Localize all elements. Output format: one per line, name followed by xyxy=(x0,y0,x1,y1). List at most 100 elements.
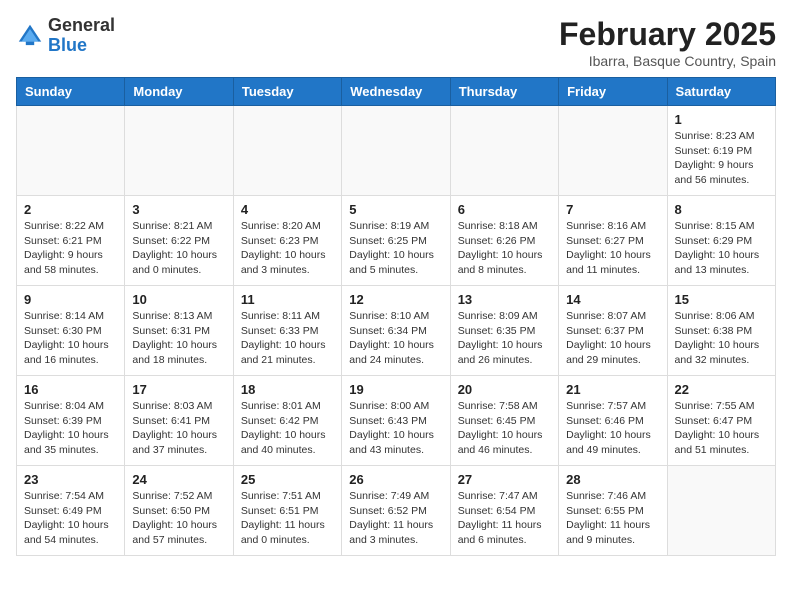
day-info: Sunrise: 8:21 AM Sunset: 6:22 PM Dayligh… xyxy=(132,219,225,278)
page-header: General Blue February 2025 Ibarra, Basqu… xyxy=(16,16,776,69)
calendar-week-row: 23 Sunrise: 7:54 AM Sunset: 6:49 PM Dayli… xyxy=(17,466,776,556)
day-number: 28 xyxy=(566,472,659,487)
calendar-week-row: 2 Sunrise: 8:22 AM Sunset: 6:21 PM Daylig… xyxy=(17,196,776,286)
weekday-header-thursday: Thursday xyxy=(450,78,558,106)
day-number: 17 xyxy=(132,382,225,397)
calendar-day: 10 Sunrise: 8:13 AM Sunset: 6:31 PM Dayli… xyxy=(125,286,233,376)
day-info: Sunrise: 7:47 AM Sunset: 6:54 PM Dayligh… xyxy=(458,489,551,548)
day-info: Sunrise: 8:04 AM Sunset: 6:39 PM Dayligh… xyxy=(24,399,117,458)
calendar-day: 1 Sunrise: 8:23 AM Sunset: 6:19 PM Daylig… xyxy=(667,106,775,196)
day-number: 15 xyxy=(675,292,768,307)
day-info: Sunrise: 8:14 AM Sunset: 6:30 PM Dayligh… xyxy=(24,309,117,368)
calendar-day: 7 Sunrise: 8:16 AM Sunset: 6:27 PM Daylig… xyxy=(559,196,667,286)
day-info: Sunrise: 7:51 AM Sunset: 6:51 PM Dayligh… xyxy=(241,489,334,548)
calendar-week-row: 9 Sunrise: 8:14 AM Sunset: 6:30 PM Daylig… xyxy=(17,286,776,376)
calendar-header: SundayMondayTuesdayWednesdayThursdayFrid… xyxy=(17,78,776,106)
day-number: 13 xyxy=(458,292,551,307)
calendar-day xyxy=(17,106,125,196)
calendar-day: 15 Sunrise: 8:06 AM Sunset: 6:38 PM Dayli… xyxy=(667,286,775,376)
calendar-day: 11 Sunrise: 8:11 AM Sunset: 6:33 PM Dayli… xyxy=(233,286,341,376)
calendar-week-row: 1 Sunrise: 8:23 AM Sunset: 6:19 PM Daylig… xyxy=(17,106,776,196)
calendar-day xyxy=(559,106,667,196)
weekday-header-sunday: Sunday xyxy=(17,78,125,106)
day-number: 2 xyxy=(24,202,117,217)
day-info: Sunrise: 7:58 AM Sunset: 6:45 PM Dayligh… xyxy=(458,399,551,458)
day-info: Sunrise: 8:22 AM Sunset: 6:21 PM Dayligh… xyxy=(24,219,117,278)
day-info: Sunrise: 7:52 AM Sunset: 6:50 PM Dayligh… xyxy=(132,489,225,548)
calendar-day: 28 Sunrise: 7:46 AM Sunset: 6:55 PM Dayli… xyxy=(559,466,667,556)
calendar-body: 1 Sunrise: 8:23 AM Sunset: 6:19 PM Daylig… xyxy=(17,106,776,556)
day-number: 26 xyxy=(349,472,442,487)
calendar-week-row: 16 Sunrise: 8:04 AM Sunset: 6:39 PM Dayli… xyxy=(17,376,776,466)
day-info: Sunrise: 7:49 AM Sunset: 6:52 PM Dayligh… xyxy=(349,489,442,548)
calendar-day: 2 Sunrise: 8:22 AM Sunset: 6:21 PM Daylig… xyxy=(17,196,125,286)
weekday-header-tuesday: Tuesday xyxy=(233,78,341,106)
calendar-day: 19Sunrise: 8:00 AM Sunset: 6:43 PM Dayli… xyxy=(342,376,450,466)
calendar-day: 20 Sunrise: 7:58 AM Sunset: 6:45 PM Dayli… xyxy=(450,376,558,466)
calendar-day: 17 Sunrise: 8:03 AM Sunset: 6:41 PM Dayli… xyxy=(125,376,233,466)
month-title: February 2025 xyxy=(559,16,776,53)
day-number: 16 xyxy=(24,382,117,397)
calendar-day: 9 Sunrise: 8:14 AM Sunset: 6:30 PM Daylig… xyxy=(17,286,125,376)
day-number: 9 xyxy=(24,292,117,307)
logo-icon xyxy=(16,22,44,50)
calendar-table: SundayMondayTuesdayWednesdayThursdayFrid… xyxy=(16,77,776,556)
calendar-day: 27Sunrise: 7:47 AM Sunset: 6:54 PM Dayli… xyxy=(450,466,558,556)
day-info: Sunrise: 8:20 AM Sunset: 6:23 PM Dayligh… xyxy=(241,219,334,278)
weekday-header-friday: Friday xyxy=(559,78,667,106)
day-number: 14 xyxy=(566,292,659,307)
day-info: Sunrise: 8:13 AM Sunset: 6:31 PM Dayligh… xyxy=(132,309,225,368)
day-info: Sunrise: 8:18 AM Sunset: 6:26 PM Dayligh… xyxy=(458,219,551,278)
logo-blue: Blue xyxy=(48,35,87,55)
calendar-day: 23 Sunrise: 7:54 AM Sunset: 6:49 PM Dayli… xyxy=(17,466,125,556)
day-info: Sunrise: 8:10 AM Sunset: 6:34 PM Dayligh… xyxy=(349,309,442,368)
day-number: 18 xyxy=(241,382,334,397)
day-number: 11 xyxy=(241,292,334,307)
day-info: Sunrise: 8:16 AM Sunset: 6:27 PM Dayligh… xyxy=(566,219,659,278)
day-number: 3 xyxy=(132,202,225,217)
calendar-day: 4 Sunrise: 8:20 AM Sunset: 6:23 PM Daylig… xyxy=(233,196,341,286)
day-info: Sunrise: 8:23 AM Sunset: 6:19 PM Dayligh… xyxy=(675,129,768,188)
day-number: 10 xyxy=(132,292,225,307)
calendar-day: 12 Sunrise: 8:10 AM Sunset: 6:34 PM Dayli… xyxy=(342,286,450,376)
day-number: 24 xyxy=(132,472,225,487)
calendar-day: 25 Sunrise: 7:51 AM Sunset: 6:51 PM Dayli… xyxy=(233,466,341,556)
day-number: 1 xyxy=(675,112,768,127)
calendar-day: 3 Sunrise: 8:21 AM Sunset: 6:22 PM Daylig… xyxy=(125,196,233,286)
day-number: 12 xyxy=(349,292,442,307)
day-info: Sunrise: 8:09 AM Sunset: 6:35 PM Dayligh… xyxy=(458,309,551,368)
calendar-day: 8Sunrise: 8:15 AM Sunset: 6:29 PM Daylig… xyxy=(667,196,775,286)
logo-general: General xyxy=(48,15,115,35)
calendar-day: 21Sunrise: 7:57 AM Sunset: 6:46 PM Dayli… xyxy=(559,376,667,466)
day-number: 22 xyxy=(675,382,768,397)
weekday-header-monday: Monday xyxy=(125,78,233,106)
day-number: 7 xyxy=(566,202,659,217)
weekday-header-saturday: Saturday xyxy=(667,78,775,106)
day-number: 19 xyxy=(349,382,442,397)
day-info: Sunrise: 8:19 AM Sunset: 6:25 PM Dayligh… xyxy=(349,219,442,278)
weekday-header-wednesday: Wednesday xyxy=(342,78,450,106)
day-info: Sunrise: 8:11 AM Sunset: 6:33 PM Dayligh… xyxy=(241,309,334,368)
day-number: 20 xyxy=(458,382,551,397)
calendar-day: 18 Sunrise: 8:01 AM Sunset: 6:42 PM Dayli… xyxy=(233,376,341,466)
day-number: 8 xyxy=(675,202,768,217)
day-info: Sunrise: 8:06 AM Sunset: 6:38 PM Dayligh… xyxy=(675,309,768,368)
day-number: 25 xyxy=(241,472,334,487)
calendar-day: 26 Sunrise: 7:49 AM Sunset: 6:52 PM Dayli… xyxy=(342,466,450,556)
calendar-day: 22Sunrise: 7:55 AM Sunset: 6:47 PM Dayli… xyxy=(667,376,775,466)
logo: General Blue xyxy=(16,16,115,56)
day-number: 4 xyxy=(241,202,334,217)
calendar-day xyxy=(342,106,450,196)
day-number: 5 xyxy=(349,202,442,217)
day-info: Sunrise: 7:54 AM Sunset: 6:49 PM Dayligh… xyxy=(24,489,117,548)
calendar-day: 16 Sunrise: 8:04 AM Sunset: 6:39 PM Dayli… xyxy=(17,376,125,466)
day-info: Sunrise: 7:46 AM Sunset: 6:55 PM Dayligh… xyxy=(566,489,659,548)
day-number: 6 xyxy=(458,202,551,217)
day-info: Sunrise: 8:01 AM Sunset: 6:42 PM Dayligh… xyxy=(241,399,334,458)
location: Ibarra, Basque Country, Spain xyxy=(559,53,776,69)
calendar-day: 13 Sunrise: 8:09 AM Sunset: 6:35 PM Dayli… xyxy=(450,286,558,376)
logo-text: General Blue xyxy=(48,16,115,56)
day-info: Sunrise: 8:03 AM Sunset: 6:41 PM Dayligh… xyxy=(132,399,225,458)
calendar-day xyxy=(233,106,341,196)
day-number: 23 xyxy=(24,472,117,487)
